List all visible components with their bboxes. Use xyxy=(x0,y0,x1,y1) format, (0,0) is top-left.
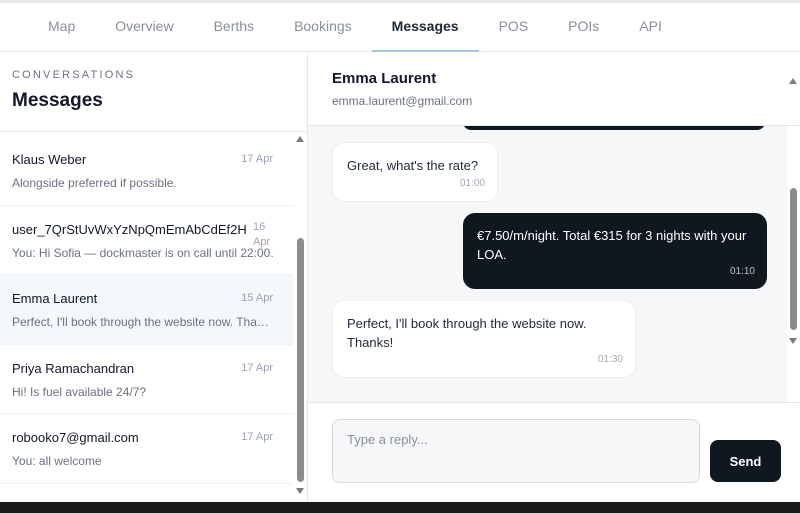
conversation-date: 17 Apr xyxy=(241,361,273,374)
chat-panel: Emma Laurent emma.laurent@gmail.com Grea… xyxy=(308,52,800,502)
scroll-up-arrow-icon[interactable] xyxy=(296,136,304,142)
message-text: Great, what's the rate? xyxy=(347,158,479,173)
conversation-item[interactable]: Priya Ramachandran 17 Apr Hi! Is fuel av… xyxy=(0,345,293,415)
scroll-down-arrow-icon[interactable] xyxy=(296,488,304,494)
conversation-item[interactable]: robooko7@gmail.com 17 Apr You: all welco… xyxy=(0,414,293,484)
tab-berths[interactable]: Berths xyxy=(194,3,274,52)
nav-tabs: Map Overview Berths Bookings Messages PO… xyxy=(28,3,682,52)
tab-api[interactable]: API xyxy=(619,3,682,52)
contact-name: Emma Laurent xyxy=(332,70,437,87)
scrollbar-thumb[interactable] xyxy=(790,188,797,330)
conversation-date: 17 Apr xyxy=(241,431,273,444)
conversation-item-selected[interactable]: Emma Laurent 15 Apr Perfect, I'll book t… xyxy=(0,275,293,345)
window-bottom-edge xyxy=(0,502,800,513)
message-text: Perfect, I'll book through the website n… xyxy=(347,316,587,350)
tab-bookings[interactable]: Bookings xyxy=(274,3,372,52)
tab-pos[interactable]: POS xyxy=(479,3,549,52)
message-bubble-outgoing: €7.50/m/night. Total €315 for 3 nights w… xyxy=(463,213,767,289)
send-button[interactable]: Send xyxy=(710,440,781,482)
message-thread: Great, what's the rate? 01:00 €7.50/m/ni… xyxy=(308,126,787,402)
conversation-preview: You: all welcome xyxy=(12,454,102,469)
reply-composer: Send xyxy=(308,402,800,502)
conversation-preview: You: Hi Sofia — dockmaster is on call un… xyxy=(12,245,274,260)
message-bubble-outgoing-partial xyxy=(463,126,765,130)
message-bubble-incoming: Great, what's the rate? 01:00 xyxy=(332,142,498,202)
tab-map[interactable]: Map xyxy=(28,3,95,52)
message-time: 01:00 xyxy=(459,178,485,189)
conversation-name: Priya Ramachandran xyxy=(12,360,135,376)
conversation-preview: Alongside preferred if possible. xyxy=(12,176,177,190)
conversation-name: Klaus Weber xyxy=(12,152,87,167)
conversation-list: Klaus Weber 17 Apr Alongside preferred i… xyxy=(0,136,293,496)
conversation-preview: Perfect, I'll book through the website n… xyxy=(12,315,274,330)
conversations-title: Messages xyxy=(12,90,103,111)
contact-email: emma.laurent@gmail.com xyxy=(332,94,473,108)
conversation-name: Emma Laurent xyxy=(12,291,98,307)
message-bubble-incoming: Perfect, I'll book through the website n… xyxy=(332,300,636,378)
conversation-list-scrollbar[interactable] xyxy=(294,132,307,502)
top-nav: Map Overview Berths Bookings Messages PO… xyxy=(0,0,800,52)
tab-messages[interactable]: Messages xyxy=(371,3,479,52)
conversations-header: CONVERSATIONS Messages xyxy=(0,52,307,132)
conversation-name: robooko7@gmail.com xyxy=(12,430,139,446)
scroll-down-arrow-icon[interactable] xyxy=(789,338,797,344)
message-thread-scrollbar[interactable] xyxy=(787,74,800,350)
scroll-up-arrow-icon[interactable] xyxy=(789,78,797,84)
conversation-name: user_7QrStUvWxYzNpQmEmAbCdEf2H xyxy=(12,221,247,237)
scrollbar-thumb[interactable] xyxy=(297,238,304,482)
conversation-item[interactable]: user_7QrStUvWxYzNpQmEmAbCdEf2H 16 Apr Yo… xyxy=(0,206,293,276)
message-time: 01:10 xyxy=(729,266,755,277)
conversations-kicker: CONVERSATIONS xyxy=(12,69,136,81)
message-time: 01:30 xyxy=(597,354,623,365)
tab-overview[interactable]: Overview xyxy=(95,3,193,52)
reply-input[interactable] xyxy=(332,419,700,483)
conversation-date: 15 Apr xyxy=(241,292,273,305)
conversation-date: 17 Apr xyxy=(241,153,273,165)
conversation-item[interactable]: Klaus Weber 17 Apr Alongside preferred i… xyxy=(0,136,293,206)
message-text: €7.50/m/night. Total €315 for 3 nights w… xyxy=(477,228,747,262)
tab-pois[interactable]: POIs xyxy=(548,3,619,52)
conversation-preview: Hi! Is fuel available 24/7? xyxy=(12,384,147,399)
conversations-panel: CONVERSATIONS Messages Klaus Weber 17 Ap… xyxy=(0,52,308,502)
chat-header: Emma Laurent emma.laurent@gmail.com xyxy=(308,52,800,126)
